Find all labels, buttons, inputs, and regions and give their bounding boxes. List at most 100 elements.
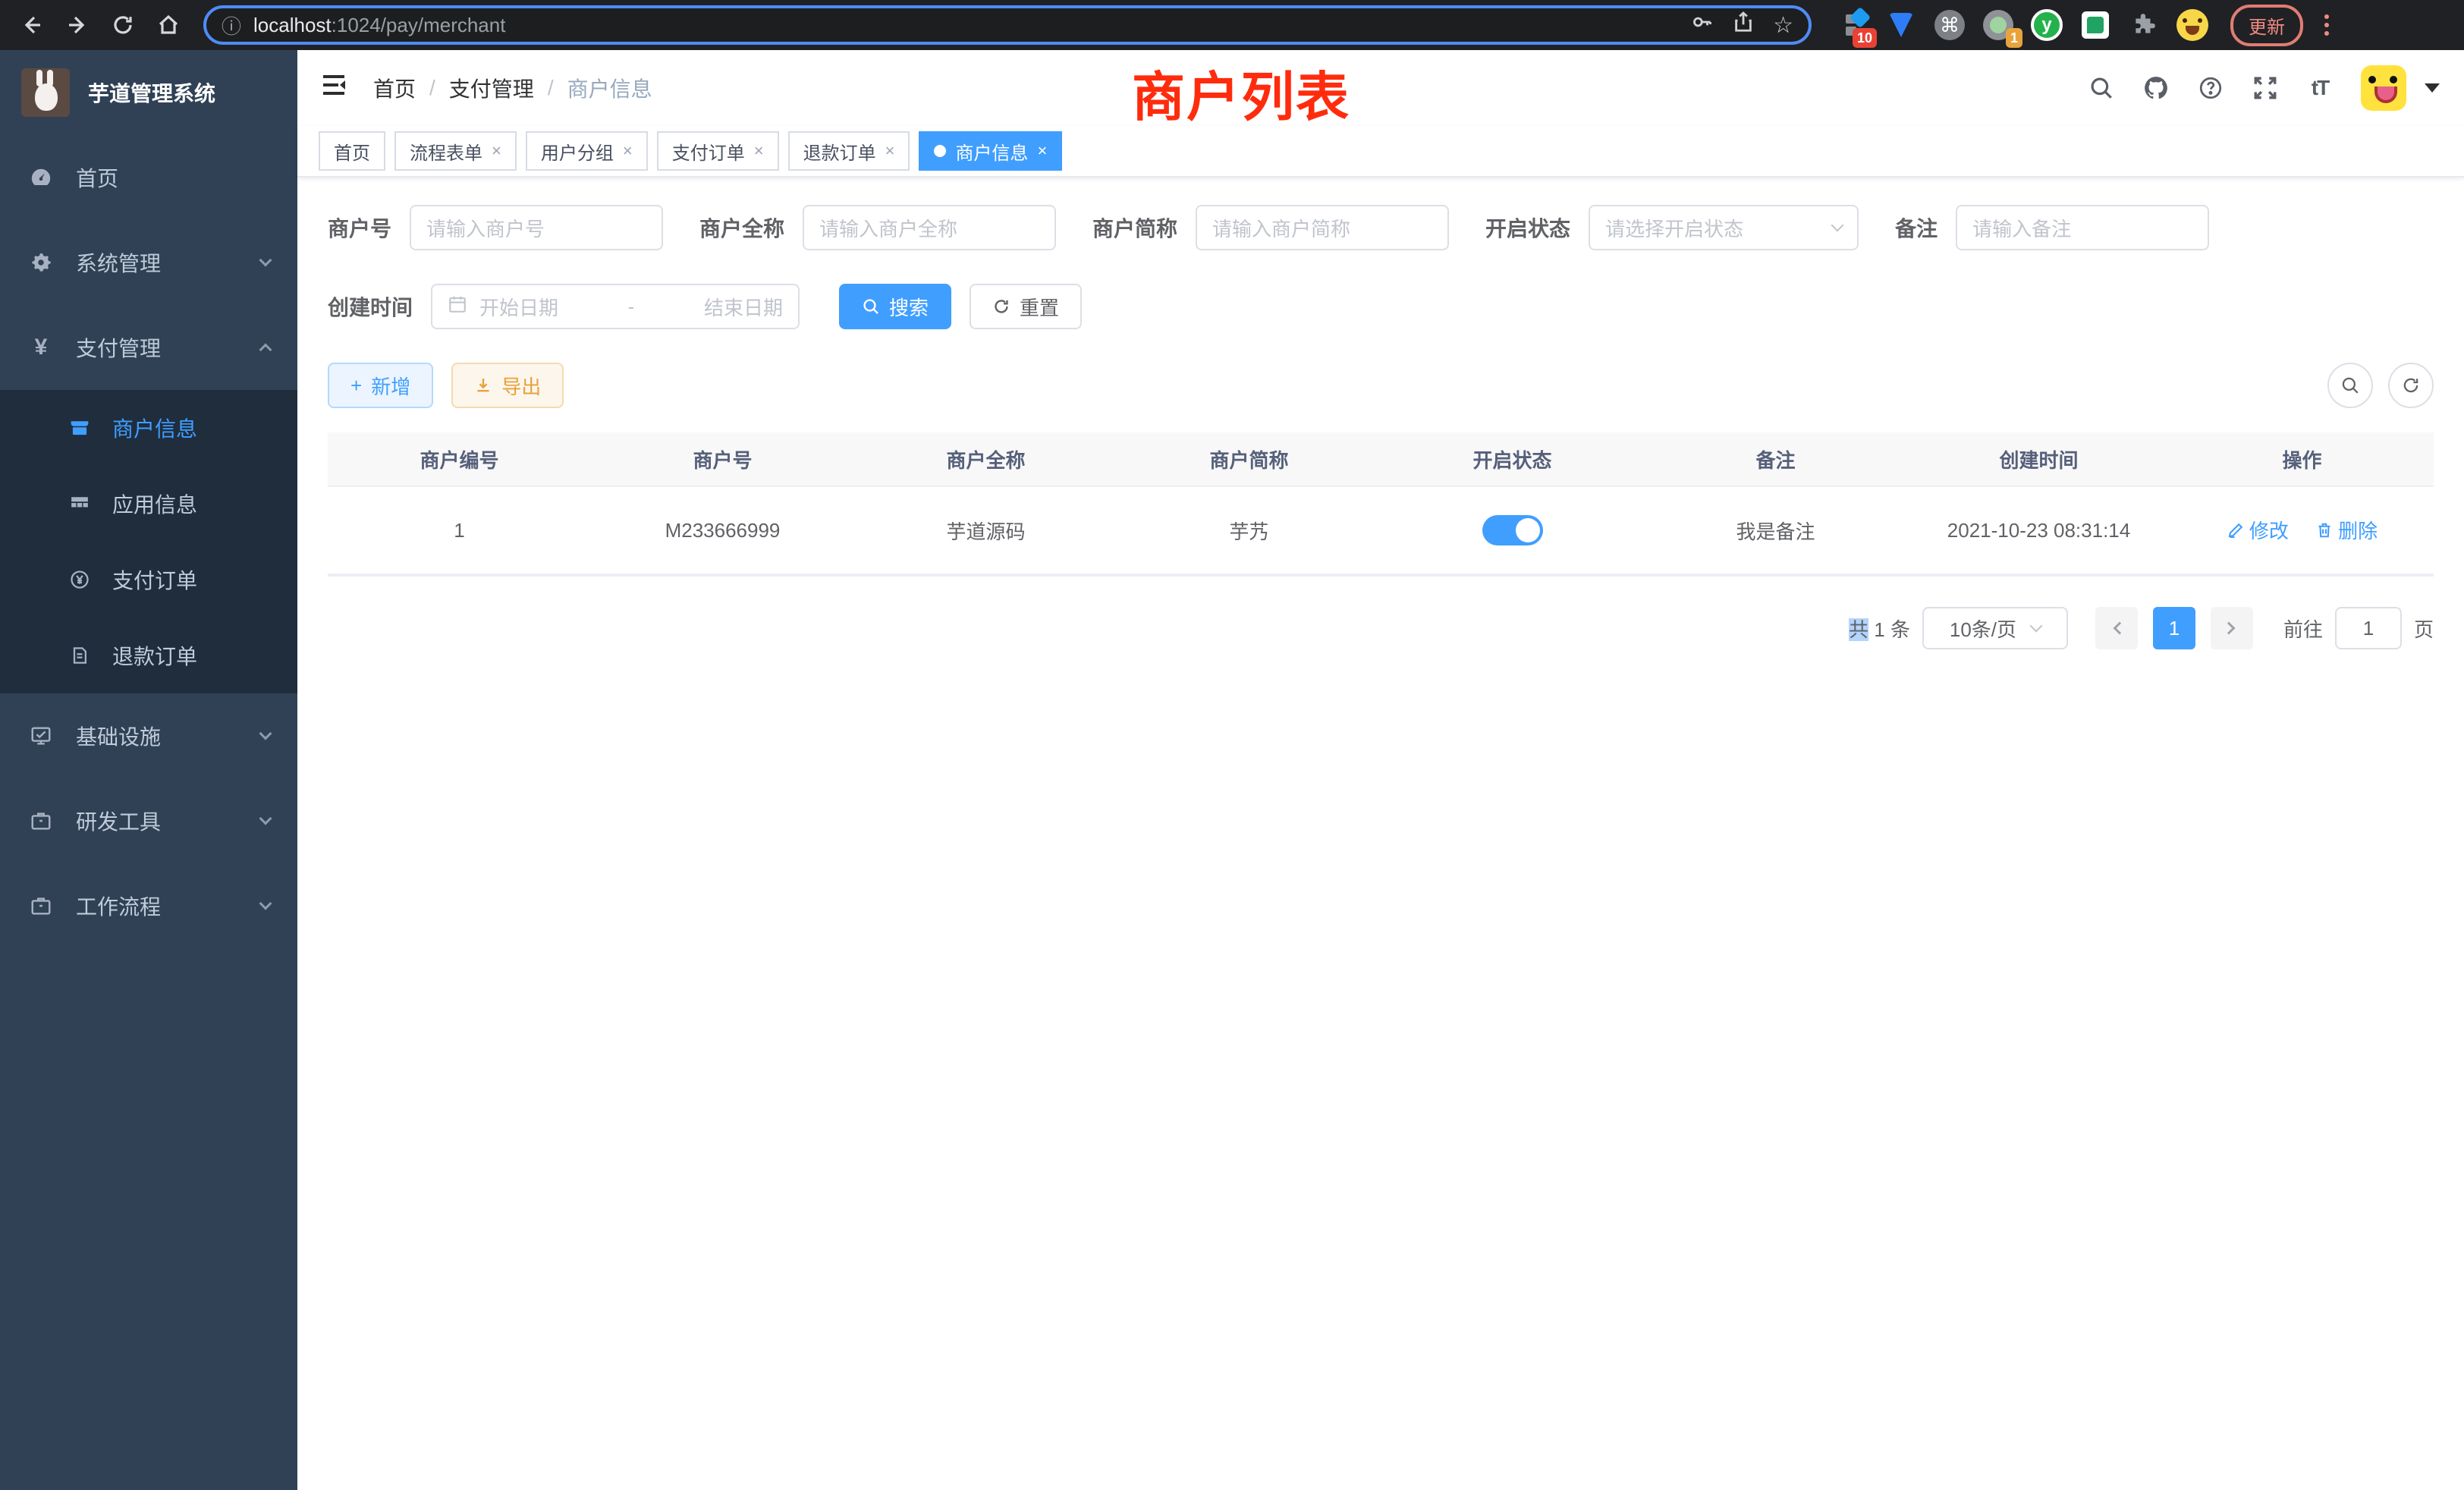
collections-extension-icon[interactable]: 10	[1836, 8, 1869, 42]
back-icon[interactable]	[12, 5, 52, 45]
remark-input[interactable]: 请输入备注	[1956, 205, 2209, 250]
cell-create-time: 2021-10-23 08:31:14	[1907, 519, 2170, 542]
cell-id: 1	[328, 519, 591, 542]
app-logo	[21, 68, 70, 117]
sidebar-item-workflow[interactable]: 工作流程	[0, 863, 297, 948]
tab-process-form[interactable]: 流程表单×	[394, 131, 517, 171]
forward-icon[interactable]	[58, 5, 97, 45]
chevron-down-icon	[2030, 620, 2043, 633]
sidebar-item-label: 应用信息	[112, 489, 270, 519]
close-icon[interactable]: ×	[623, 141, 633, 161]
gem-extension-icon[interactable]	[1884, 8, 1918, 42]
meet-extension-icon[interactable]: 1	[1982, 8, 2015, 42]
refresh-button[interactable]	[2388, 363, 2434, 408]
tab-home[interactable]: 首页	[319, 131, 385, 171]
cell-short-name: 芋艿	[1117, 517, 1381, 545]
calendar-icon	[448, 294, 467, 319]
extension-badge: 1	[2006, 28, 2022, 48]
reload-icon[interactable]	[103, 5, 143, 45]
total-count: 共 1 条	[1849, 615, 1910, 643]
sidebar-item-refund-order[interactable]: 退款订单	[0, 618, 297, 693]
browser-menu-icon[interactable]	[2324, 14, 2329, 36]
sidebar-item-merchant-info[interactable]: 商户信息	[0, 390, 297, 466]
sidebar-item-label: 商户信息	[112, 413, 270, 443]
chevron-down-icon	[259, 813, 272, 825]
sidebar-item-label: 系统管理	[76, 247, 261, 278]
fullscreen-icon[interactable]	[2246, 68, 2285, 108]
sidebar-item-system[interactable]: 系统管理	[0, 220, 297, 305]
cell-merchant-no: M233666999	[591, 519, 854, 542]
cell-full-name: 芋道源码	[854, 517, 1117, 545]
merchant-no-input[interactable]: 请输入商户号	[410, 205, 663, 250]
page-number-active[interactable]: 1	[2153, 607, 2195, 649]
date-range-input[interactable]: 开始日期 - 结束日期	[431, 284, 800, 329]
tab-merchant-info[interactable]: 商户信息×	[919, 131, 1062, 171]
edit-button[interactable]: 修改	[2227, 516, 2289, 544]
col-header: 商户简称	[1117, 445, 1381, 473]
breadcrumb: 首页 / 支付管理 / 商户信息	[373, 73, 652, 103]
goto-page-input[interactable]: 1	[2335, 607, 2402, 649]
short-name-input[interactable]: 请输入商户简称	[1196, 205, 1449, 250]
sidebar-item-dev-tools[interactable]: 研发工具	[0, 778, 297, 863]
close-icon[interactable]: ×	[754, 141, 764, 161]
tab-pay-order[interactable]: 支付订单×	[657, 131, 779, 171]
chat-extension-icon[interactable]	[2079, 8, 2112, 42]
sidebar-item-payment[interactable]: ¥ 支付管理	[0, 305, 297, 390]
col-header: 备注	[1644, 445, 1907, 473]
next-page-button[interactable]	[2211, 607, 2253, 649]
password-key-icon[interactable]	[1691, 11, 1714, 39]
y-extension-icon[interactable]: y	[2030, 8, 2063, 42]
github-icon[interactable]	[2136, 68, 2176, 108]
command-extension-icon[interactable]: ⌘	[1933, 8, 1966, 42]
grid-icon	[67, 493, 93, 514]
url-bar[interactable]: ⓘ localhost:1024/pay/merchant ☆	[203, 5, 1812, 45]
full-name-input[interactable]: 请输入商户全称	[803, 205, 1056, 250]
sidebar-item-home[interactable]: 首页	[0, 135, 297, 220]
sidebar-item-app-info[interactable]: 应用信息	[0, 466, 297, 542]
search-button[interactable]: 搜索	[839, 284, 951, 329]
breadcrumb-home[interactable]: 首页	[373, 73, 416, 103]
share-icon[interactable]	[1732, 11, 1755, 39]
home-icon[interactable]	[149, 5, 188, 45]
extensions-puzzle-icon[interactable]	[2127, 8, 2161, 42]
font-size-icon[interactable]: tT	[2300, 68, 2340, 108]
close-icon[interactable]: ×	[492, 141, 501, 161]
page-content: 商户号 请输入商户号 商户全称 请输入商户全称 商户简称 请输入商户简称 开启状…	[297, 178, 2464, 1490]
sidebar-item-pay-order[interactable]: 支付订单	[0, 542, 297, 618]
sidebar-item-label: 退款订单	[112, 640, 270, 671]
status-toggle[interactable]	[1482, 515, 1543, 545]
avatar-caret-icon[interactable]	[2425, 83, 2440, 93]
header-search-icon[interactable]	[2082, 68, 2121, 108]
export-button[interactable]: 导出	[451, 363, 564, 408]
breadcrumb-payment[interactable]: 支付管理	[449, 73, 534, 103]
emoji-extension-icon[interactable]	[2176, 8, 2209, 42]
page-suffix: 页	[2414, 615, 2434, 643]
reset-button[interactable]: 重置	[970, 284, 1082, 329]
prev-page-button[interactable]	[2095, 607, 2138, 649]
delete-button[interactable]: 删除	[2315, 516, 2378, 544]
help-icon[interactable]	[2191, 68, 2230, 108]
url-text: localhost:1024/pay/merchant	[253, 14, 1679, 37]
sidebar-item-infrastructure[interactable]: 基础设施	[0, 693, 297, 778]
browser-window: ⓘ localhost:1024/pay/merchant ☆ 10 ⌘ 1	[0, 0, 2464, 1490]
site-info-icon[interactable]: ⓘ	[222, 11, 241, 39]
chevron-down-icon	[259, 254, 272, 267]
close-icon[interactable]: ×	[1037, 141, 1047, 161]
tab-refund-order[interactable]: 退款订单×	[788, 131, 910, 171]
merchant-no-label: 商户号	[328, 212, 391, 243]
collapse-sidebar-icon[interactable]	[322, 71, 349, 105]
chrome-update-button[interactable]: 更新	[2230, 5, 2303, 46]
chevron-down-icon	[1831, 219, 1844, 232]
page-size-select[interactable]: 10条/页	[1922, 607, 2068, 649]
user-avatar[interactable]	[2361, 65, 2406, 111]
pagination: 共 1 条 10条/页 1 前往 1 页	[328, 607, 2434, 649]
app-logo-row[interactable]: 芋道管理系统	[0, 50, 297, 135]
bookmark-star-icon[interactable]: ☆	[1773, 12, 1793, 39]
briefcase-icon	[27, 809, 55, 832]
add-button[interactable]: +新增	[328, 363, 433, 408]
cell-actions: 修改 删除	[2170, 516, 2434, 545]
tab-user-group[interactable]: 用户分组×	[526, 131, 648, 171]
show-search-toggle-button[interactable]	[2327, 363, 2373, 408]
status-select[interactable]: 请选择开启状态	[1589, 205, 1859, 250]
close-icon[interactable]: ×	[885, 141, 895, 161]
